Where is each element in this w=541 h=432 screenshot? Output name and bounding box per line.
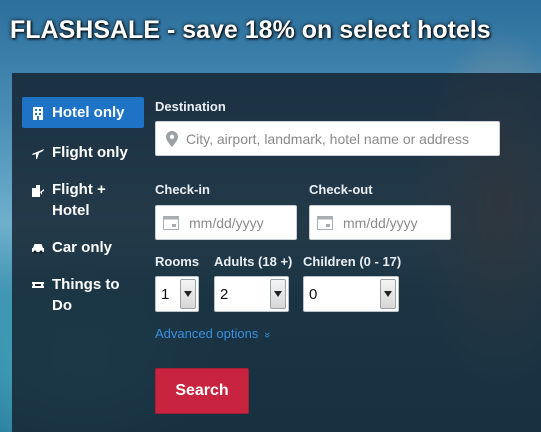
nav-item-label: Things to Do [52, 276, 120, 314]
checkout-date-input[interactable]: mm/dd/yyyy [309, 205, 451, 240]
checkin-date-input[interactable]: mm/dd/yyyy [155, 205, 297, 240]
nav-item-car-only[interactable]: Car only [22, 231, 144, 264]
nav-item-label: Car only [52, 239, 113, 256]
chevron-down-icon [380, 279, 396, 309]
destination-placeholder: City, airport, landmark, hotel name or a… [186, 130, 469, 147]
nav-item-flight-hotel[interactable]: Flight + Hotel [22, 173, 144, 227]
ticket-icon [30, 274, 46, 295]
adults-label: Adults (18 +) [214, 254, 293, 269]
hotel-icon [30, 102, 46, 123]
adults-value: 2 [220, 285, 229, 303]
children-label: Children (0 - 17) [303, 254, 402, 269]
calendar-icon [317, 215, 333, 230]
checkin-label: Check-in [155, 182, 210, 197]
children-select[interactable]: 0 [303, 276, 399, 312]
checkout-placeholder: mm/dd/yyyy [343, 214, 418, 231]
advanced-options-link[interactable]: Advanced options » [155, 326, 274, 341]
chevron-down-icon [180, 279, 196, 309]
adults-select[interactable]: 2 [214, 276, 289, 312]
nav-item-hotel-only[interactable]: Hotel only [22, 97, 144, 128]
double-chevron-down-icon: » [261, 331, 274, 339]
flight-hotel-icon [30, 179, 46, 200]
nav-item-label: Flight + Hotel [52, 181, 106, 219]
promo-headline: FLASHSALE - save 18% on select hotels [10, 16, 491, 44]
checkout-label: Check-out [309, 182, 373, 197]
rooms-value: 1 [161, 285, 170, 303]
destination-label: Destination [155, 99, 226, 114]
nav-item-things-to-do[interactable]: Things to Do [22, 268, 144, 322]
search-button[interactable]: Search [155, 368, 249, 414]
chevron-down-icon [270, 279, 286, 309]
children-value: 0 [309, 285, 318, 303]
product-nav: Hotel only Flight only Flight + Hotel Ca… [22, 97, 144, 322]
checkin-placeholder: mm/dd/yyyy [189, 214, 264, 231]
location-pin-icon [166, 130, 178, 147]
nav-item-flight-only[interactable]: Flight only [22, 136, 144, 169]
car-icon [30, 237, 46, 258]
rooms-select[interactable]: 1 [155, 276, 199, 312]
rooms-label: Rooms [155, 254, 200, 269]
plane-icon [30, 142, 46, 163]
calendar-icon [163, 215, 179, 230]
nav-item-label: Flight only [52, 144, 128, 161]
search-panel: Hotel only Flight only Flight + Hotel Ca… [12, 73, 541, 432]
destination-input[interactable]: City, airport, landmark, hotel name or a… [155, 121, 500, 156]
advanced-options-label: Advanced options [155, 326, 259, 341]
nav-item-label: Hotel only [52, 104, 125, 121]
